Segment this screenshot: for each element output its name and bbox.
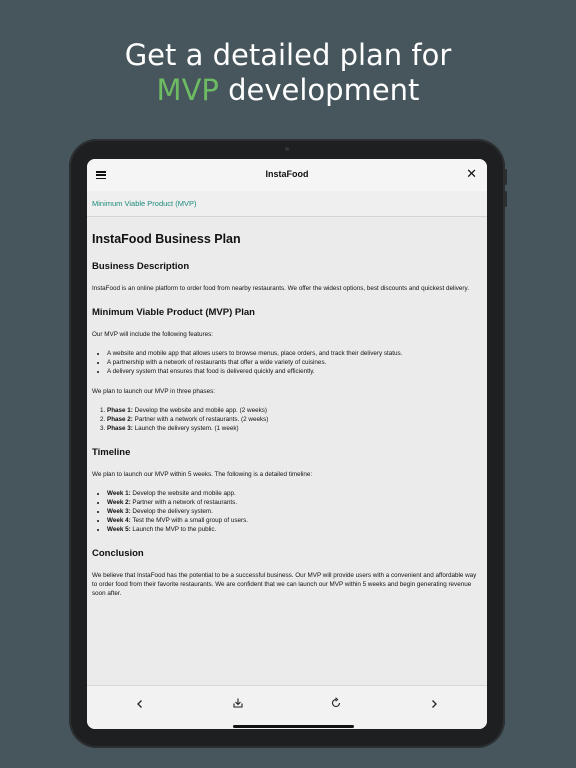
refresh-icon[interactable] <box>326 696 346 716</box>
week-text: Test the MVP with a small group of users… <box>130 517 249 524</box>
week-label: Week 4: <box>107 517 131 524</box>
conclusion-text: We believe that InstaFood has the potent… <box>92 572 477 597</box>
close-icon[interactable]: ✕ <box>466 166 477 182</box>
timeline-heading: Timeline <box>92 447 131 458</box>
week-label: Week 2: <box>107 499 131 506</box>
business-heading: Business Description <box>92 261 190 272</box>
phase-text: Partner with a network of restaurants. (… <box>132 416 269 423</box>
feature-list: A website and mobile app that allows use… <box>92 349 482 376</box>
week-label: Week 3: <box>107 508 131 515</box>
week-list: Week 1: Develop the website and mobile a… <box>92 489 482 534</box>
list-item: Phase 2: Partner with a network of resta… <box>107 415 482 424</box>
promo-headline: Get a detailed plan for MVP development <box>0 38 576 108</box>
tablet-frame: InstaFood ✕ Minimum Viable Product (MVP)… <box>69 139 507 748</box>
week-label: Week 1: <box>107 490 131 497</box>
week-text: Launch the MVP to the public. <box>130 526 217 533</box>
app-title: InstaFood <box>265 169 309 179</box>
list-item: A delivery system that ensures that food… <box>107 367 482 376</box>
chevron-left-icon[interactable] <box>130 696 150 716</box>
week-label: Week 5: <box>107 526 131 533</box>
conclusion-heading: Conclusion <box>92 548 144 559</box>
list-item: Week 4: Test the MVP with a small group … <box>107 516 482 525</box>
list-item: Phase 3: Launch the delivery system. (1 … <box>107 424 482 433</box>
list-item: Phase 1: Develop the website and mobile … <box>107 406 482 415</box>
top-bar: InstaFood ✕ <box>87 159 487 191</box>
list-item: Week 3: Develop the delivery system. <box>107 507 482 516</box>
side-button <box>504 169 507 185</box>
phases-intro: We plan to launch our MVP in three phase… <box>92 388 215 395</box>
document-content: InstaFood Business Plan Business Descrip… <box>92 217 482 598</box>
headline-line-2: MVP development <box>0 73 576 108</box>
list-item: Week 2: Partner with a network of restau… <box>107 498 482 507</box>
mvp-heading: Minimum Viable Product (MVP) Plan <box>92 307 255 318</box>
headline-line-2-rest: development <box>218 73 420 107</box>
chevron-right-icon[interactable] <box>424 696 444 716</box>
phase-text: Develop the website and mobile app. (2 w… <box>132 407 267 414</box>
mvp-intro: Our MVP will include the following featu… <box>92 331 213 338</box>
breadcrumb: Minimum Viable Product (MVP) <box>87 191 487 217</box>
week-text: Develop the website and mobile app. <box>130 490 236 497</box>
phase-label: Phase 1: <box>107 407 133 414</box>
business-text: InstaFood is an online platform to order… <box>92 285 469 292</box>
timeline-intro: We plan to launch our MVP within 5 weeks… <box>92 471 313 478</box>
list-item: A partnership with a network of restaura… <box>107 358 482 367</box>
phase-label: Phase 2: <box>107 416 133 423</box>
week-text: Develop the delivery system. <box>130 508 213 515</box>
headline-accent: MVP <box>156 73 219 107</box>
app-screen: InstaFood ✕ Minimum Viable Product (MVP)… <box>87 159 487 729</box>
document-title: InstaFood Business Plan <box>92 232 241 246</box>
phase-text: Launch the delivery system. (1 week) <box>132 425 239 432</box>
phase-label: Phase 3: <box>107 425 133 432</box>
list-item: A website and mobile app that allows use… <box>107 349 482 358</box>
headline-line-1: Get a detailed plan for <box>124 38 452 72</box>
week-text: Partner with a network of restaurants. <box>130 499 238 506</box>
list-item: Week 5: Launch the MVP to the public. <box>107 525 482 534</box>
breadcrumb-link[interactable]: Minimum Viable Product (MVP) <box>92 199 196 208</box>
home-indicator <box>233 725 354 728</box>
download-icon[interactable] <box>228 696 248 716</box>
camera <box>285 147 289 151</box>
bottom-toolbar <box>87 685 487 729</box>
side-button <box>504 191 507 207</box>
list-item: Week 1: Develop the website and mobile a… <box>107 489 482 498</box>
phase-list: Phase 1: Develop the website and mobile … <box>92 406 482 433</box>
